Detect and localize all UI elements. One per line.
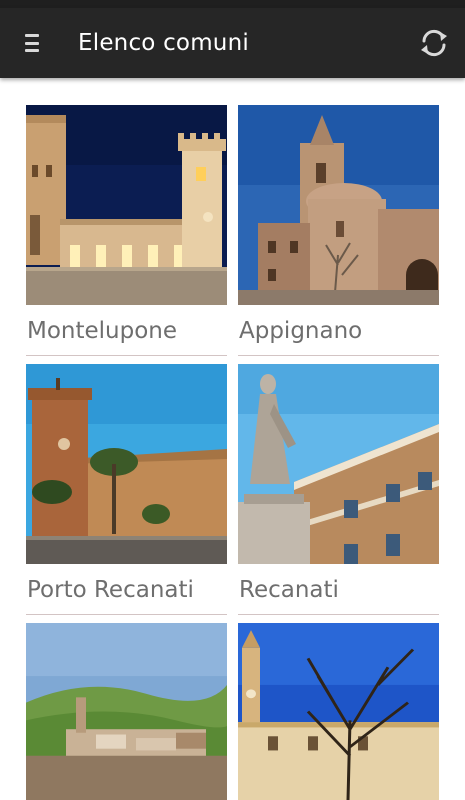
divider [26, 355, 227, 356]
page-title: Elenco comuni [78, 30, 249, 56]
town-photo[interactable] [26, 364, 227, 564]
town-photo[interactable] [238, 623, 439, 800]
town-name: Montelupone [27, 318, 178, 344]
town-photo[interactable] [26, 105, 227, 305]
town-photo[interactable] [238, 364, 439, 564]
divider [238, 355, 439, 356]
divider [26, 614, 227, 615]
app-bar: Elenco comuni [0, 8, 465, 78]
town-name: Recanati [239, 577, 339, 603]
refresh-icon[interactable] [418, 27, 450, 59]
town-name: Porto Recanati [27, 577, 194, 603]
town-grid: Montelupone Appignano Porto Recanati Rec… [26, 105, 439, 800]
town-photo[interactable] [238, 105, 439, 305]
town-photo[interactable] [26, 623, 227, 800]
town-name: Appignano [239, 318, 363, 344]
divider [238, 614, 439, 615]
hamburger-menu-icon[interactable] [25, 34, 39, 52]
status-bar [0, 0, 465, 8]
